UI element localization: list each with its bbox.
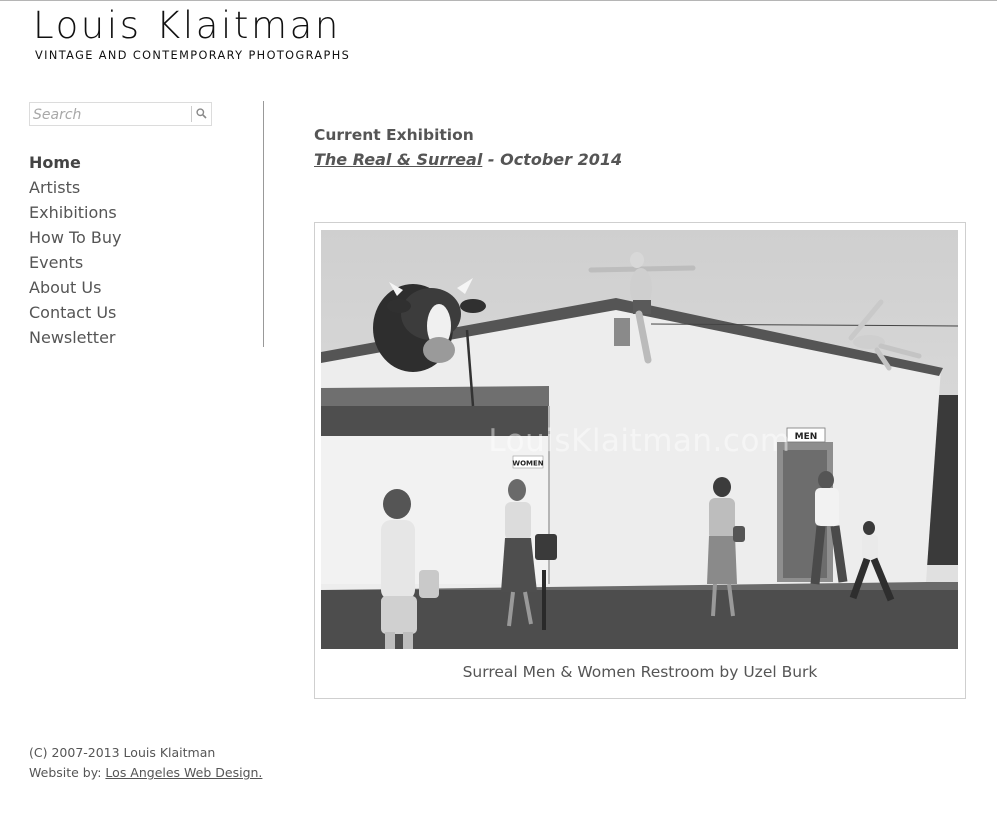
top-rule xyxy=(0,0,997,1)
exhibition-line: The Real & Surreal - October 2014 xyxy=(314,150,622,169)
site-tagline: VINTAGE AND CONTEMPORARY PHOTOGRAPHS xyxy=(35,49,351,62)
exhibition-heading: Current Exhibition xyxy=(314,126,474,144)
photo-watermark: LouisKlaitman.com xyxy=(488,423,791,459)
featured-photo-frame: MEN WOMEN LouisKlaitman.com Surreal Men … xyxy=(314,222,966,699)
footer-copyright: (C) 2007-2013 Louis Klaitman xyxy=(29,745,216,760)
nav-item-how-to-buy[interactable]: How To Buy xyxy=(29,227,122,252)
search-input[interactable] xyxy=(30,103,190,125)
search-button[interactable] xyxy=(192,103,212,125)
nav-item-newsletter[interactable]: Newsletter xyxy=(29,327,122,352)
nav-item-exhibitions[interactable]: Exhibitions xyxy=(29,202,122,227)
sign-women: WOMEN xyxy=(512,460,543,468)
nav-item-home[interactable]: Home xyxy=(29,152,122,177)
footer-credit-prefix: Website by: xyxy=(29,765,106,780)
nav-item-artists[interactable]: Artists xyxy=(29,177,122,202)
exhibition-title-link[interactable]: The Real & Surreal xyxy=(314,150,482,169)
footer-credit: Website by: Los Angeles Web Design. xyxy=(29,765,262,780)
footer-credit-link[interactable]: Los Angeles Web Design. xyxy=(105,765,262,780)
nav-item-contact-us[interactable]: Contact Us xyxy=(29,302,122,327)
exhibition-date: - October 2014 xyxy=(482,150,623,169)
main-nav: Home Artists Exhibitions How To Buy Even… xyxy=(29,152,122,352)
site-title[interactable]: Louis Klaitman xyxy=(33,4,341,47)
nav-item-about-us[interactable]: About Us xyxy=(29,277,122,302)
nav-item-events[interactable]: Events xyxy=(29,252,122,277)
sidebar-divider xyxy=(263,101,264,347)
photo-caption: Surreal Men & Women Restroom by Uzel Bur… xyxy=(462,663,818,681)
search-icon xyxy=(196,108,207,119)
search-box xyxy=(29,102,212,126)
featured-photo[interactable]: MEN WOMEN LouisKlaitman.com xyxy=(321,230,958,649)
